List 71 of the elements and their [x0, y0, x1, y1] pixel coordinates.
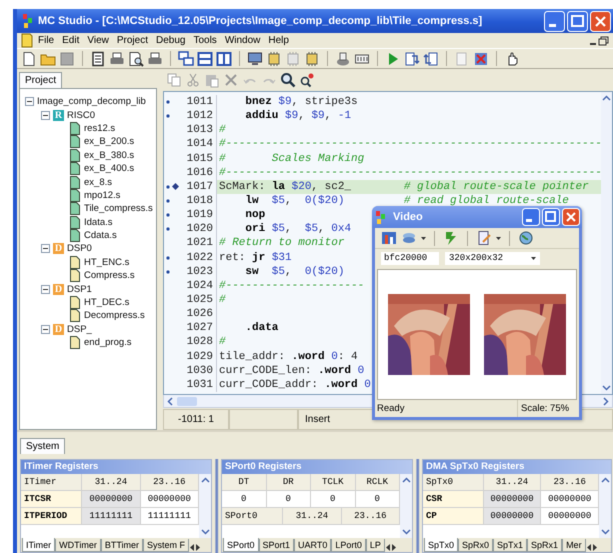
line-number: 1025	[179, 292, 217, 308]
line-number: 1015	[179, 152, 217, 166]
line-number: 1031	[179, 378, 217, 392]
column-header: SPort0	[222, 508, 284, 525]
column-header: ITimer	[21, 474, 82, 491]
line-number: 1014	[179, 137, 217, 152]
line-number: 1023	[179, 264, 217, 279]
core-badge: D	[53, 243, 64, 254]
line-number: 1030	[179, 364, 217, 378]
table-cell: CP	[423, 508, 484, 525]
core-badge: D	[53, 284, 64, 295]
table-cell: 00000000	[484, 491, 542, 508]
column-header: RCLK	[356, 474, 400, 491]
line-number: 1026	[179, 307, 217, 322]
table-cell: 11111111	[82, 508, 141, 525]
line-number: 1022	[179, 250, 217, 265]
code-line: ret: jr $31	[218, 250, 292, 265]
line-number: 1011	[179, 95, 217, 110]
code-line: curr_CODE_len: .word 0	[218, 364, 364, 378]
line-number: 1024	[179, 278, 217, 293]
code-line: # Return to monitor	[218, 236, 344, 251]
core-badge: R	[53, 110, 64, 121]
panel-header: DMA SpTx0 Registers	[423, 460, 611, 474]
code-line: #	[218, 335, 226, 350]
line-number: 1016	[179, 166, 217, 180]
column-header: SpTx0	[423, 474, 484, 491]
column-header: 31..24	[82, 474, 141, 491]
code-line: lw $5, 0($20) # read global route-scale	[244, 194, 569, 208]
panel-header: SPort0 Registers	[222, 460, 412, 474]
code-line: addiu $9, $9, -1	[244, 109, 352, 124]
line-number: 1012	[179, 109, 217, 124]
code-line: .data	[244, 321, 278, 336]
code-line: tile_addr: .word 0: 4	[218, 350, 358, 364]
code-line: # Scales Marking	[218, 152, 364, 166]
column-header: 23..16	[140, 474, 199, 491]
column-header: TCLK	[311, 474, 356, 491]
code-line: ori $5, $5, 0x4	[244, 222, 352, 236]
table-cell: ITCSR	[21, 491, 82, 508]
code-line: #	[218, 123, 226, 138]
column-header: 23..16	[342, 508, 400, 525]
column-header: 31..24	[283, 508, 342, 525]
window-title: Video	[393, 211, 424, 223]
line-number: 1020	[179, 222, 217, 236]
table-cell: CSR	[423, 491, 484, 508]
line-number: 1013	[179, 123, 217, 138]
code-line: bnez $9, stripe3s	[244, 95, 358, 110]
code-line: #---------------------------------------------------------	[218, 137, 602, 152]
line-number: 1018	[179, 194, 217, 208]
zoom-level: Scale: 75%	[517, 400, 579, 417]
code-line: #---------------------------------------------------------	[218, 166, 602, 180]
column-header: 23..16	[541, 474, 600, 491]
column-header: DR	[266, 474, 311, 491]
panel-header: ITimer Registers	[21, 460, 211, 474]
window-title: MC Studio - [C:\MCStudio_12.05\Projects\Image_comp_decomp_lib\Tile_compress.s]	[38, 15, 484, 27]
table-cell: 00000000	[484, 508, 542, 525]
line-number: 1029	[179, 350, 217, 364]
line-number: 1021	[179, 236, 217, 251]
line-number: 1019	[179, 208, 217, 222]
code-line: #---------------------	[218, 278, 364, 293]
code-line: sw $5, 0($20)	[244, 264, 344, 279]
column-header: DT	[222, 474, 266, 491]
line-number: 1028	[179, 335, 217, 350]
code-line: curr_CODE_addr: .word 0	[218, 378, 371, 392]
line-number: 1027	[179, 321, 217, 336]
cursor-position: -1011: 1	[163, 409, 229, 430]
core-badge: D	[53, 324, 64, 335]
table-cell: ITPERIOD	[21, 508, 82, 525]
code-line: nop	[244, 208, 266, 222]
code-line: #	[218, 292, 226, 308]
column-header: 31..24	[484, 474, 542, 491]
table-cell: 00000000	[82, 491, 141, 508]
